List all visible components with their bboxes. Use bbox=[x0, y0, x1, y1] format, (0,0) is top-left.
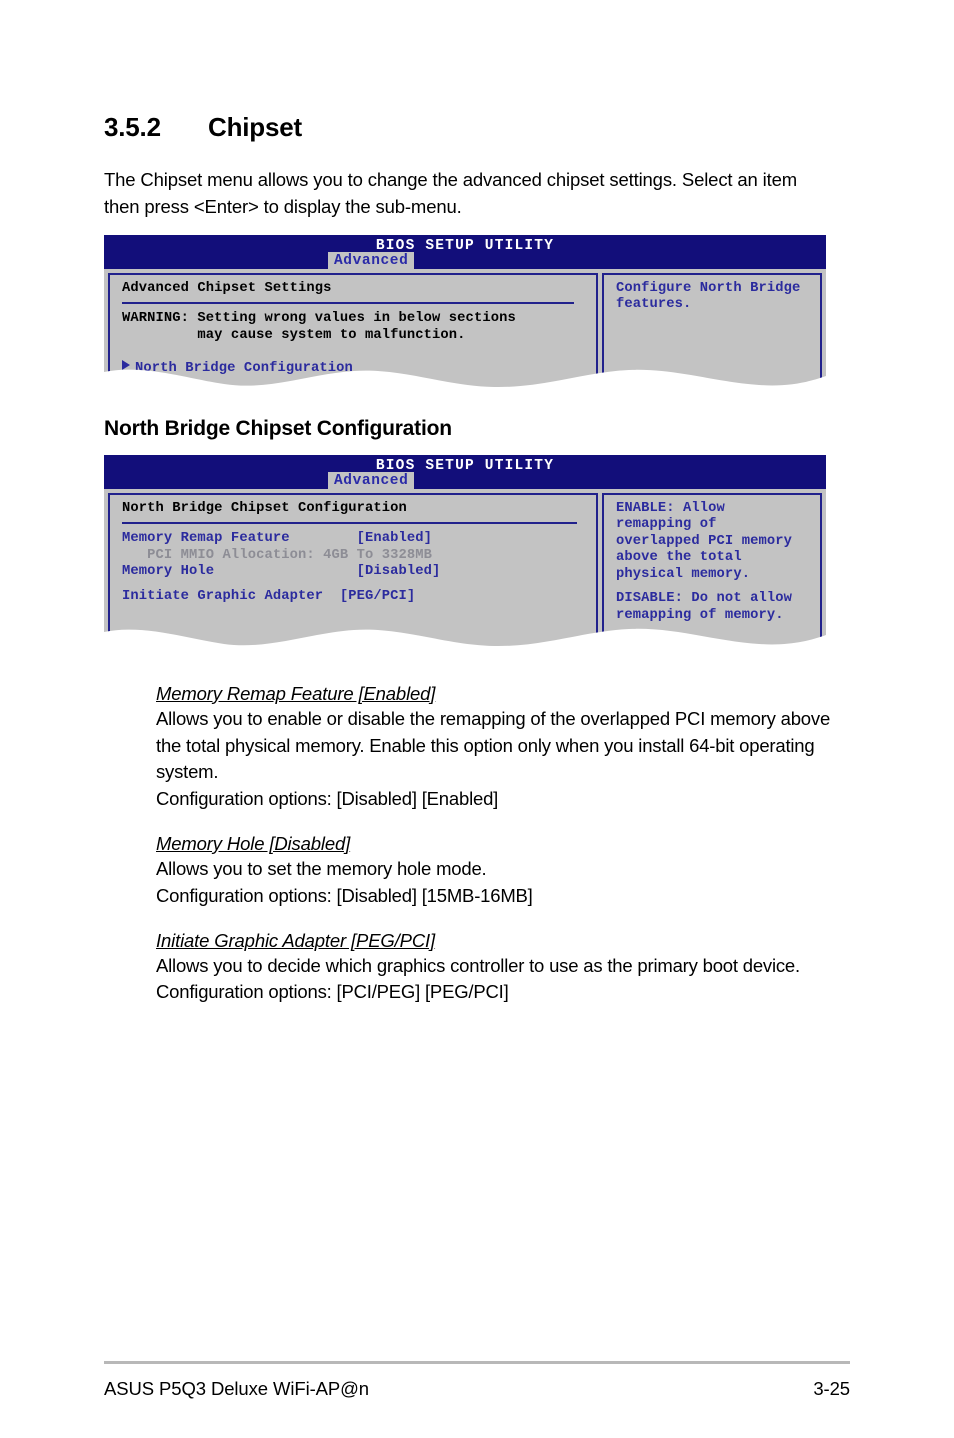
bios-row-initiate-graphic-adapter[interactable]: Initiate Graphic Adapter [PEG/PCI] bbox=[122, 589, 586, 606]
option-config-options: Configuration options: [Disabled] [15MB-… bbox=[156, 884, 533, 906]
bios-heading-rule bbox=[122, 522, 577, 525]
bios-settings-pane: North Bridge Chipset Configuration Memor… bbox=[108, 492, 598, 649]
bios-titlebar: BIOS SETUP UTILITY Advanced bbox=[104, 454, 826, 491]
bios-help-enable-line-3: overlapped PCI memory bbox=[616, 533, 792, 549]
bios-row-memory-remap-feature[interactable]: Memory Remap Feature [Enabled] bbox=[122, 531, 586, 548]
bios-settings-pane: Advanced Chipset Settings WARNING: Setti… bbox=[108, 272, 598, 391]
bios-body: North Bridge Chipset Configuration Memor… bbox=[104, 488, 826, 650]
section-title: Chipset bbox=[208, 112, 302, 142]
option-body: Allows you to set the memory hole mode. bbox=[156, 858, 487, 879]
bios-help-enable-line-2: remapping of bbox=[616, 517, 717, 533]
footer-page-number: 3-25 bbox=[813, 1378, 850, 1399]
submenu-arrow-icon bbox=[122, 360, 130, 371]
bios-heading-rule bbox=[122, 302, 574, 305]
bios-body: Advanced Chipset Settings WARNING: Setti… bbox=[104, 268, 826, 392]
subsection-heading: North Bridge Chipset Configuration bbox=[104, 416, 452, 440]
bios-help-disable-line-1: DISABLE: Do not allow bbox=[616, 591, 792, 607]
bios-row-pci-mmio-allocation: PCI MMIO Allocation: 4GB To 3328MB bbox=[122, 547, 433, 563]
bios-help-enable-line-4: above the total bbox=[616, 550, 742, 566]
option-config-options: Configuration options: [Disabled] [Enabl… bbox=[156, 788, 499, 810]
option-description-initiate-graphic-adapter: Initiate Graphic Adapter [PEG/PCI] Allow… bbox=[156, 910, 850, 1007]
bios-help-pane: ENABLE: Allow remapping of overlapped PC… bbox=[602, 492, 822, 649]
option-config-options: Configuration options: [PCI/PEG] [PEG/PC… bbox=[156, 981, 509, 1003]
bios-screenshot-advanced-chipset: BIOS SETUP UTILITY Advanced Advanced Chi… bbox=[104, 234, 826, 392]
bios-row-label: Memory Hole bbox=[122, 564, 215, 580]
section-number: 3.5.2 bbox=[104, 112, 161, 142]
option-description-memory-hole: Memory Hole [Disabled] Allows you to set… bbox=[156, 813, 850, 910]
bios-help-disable-line-2: remapping of memory. bbox=[616, 607, 784, 623]
bios-row-label: Memory Remap Feature bbox=[122, 531, 290, 547]
page-title: 3.5.2 Chipset bbox=[104, 0, 850, 143]
bios-titlebar: BIOS SETUP UTILITY Advanced bbox=[104, 234, 826, 271]
bios-help-line-2: features. bbox=[616, 297, 692, 313]
footer-divider bbox=[104, 1361, 850, 1364]
bios-help-enable-line-1: ENABLE: Allow bbox=[616, 500, 725, 516]
page-footer: ASUS P5Q3 Deluxe WiFi-AP@n 3-25 bbox=[104, 1361, 850, 1400]
option-description-memory-remap-feature: Memory Remap Feature [Enabled] Allows yo… bbox=[156, 649, 850, 813]
bios-submenu-label: North Bridge Configuration bbox=[135, 361, 353, 377]
bios-warning-line-2: may cause system to malfunction. bbox=[122, 327, 466, 343]
footer-row: ASUS P5Q3 Deluxe WiFi-AP@n 3-25 bbox=[104, 1378, 850, 1400]
bios-pane-heading: North Bridge Chipset Configuration bbox=[122, 500, 407, 516]
bios-spacer bbox=[122, 344, 586, 358]
section-intro-paragraph: The Chipset menu allows you to change th… bbox=[104, 169, 798, 218]
option-title: Memory Remap Feature [Enabled] bbox=[156, 682, 436, 704]
bios-row-memory-hole[interactable]: Memory Hole [Disabled] bbox=[122, 564, 586, 581]
bios-row-value: [Enabled] bbox=[356, 531, 433, 547]
bios-help-pane: Configure North Bridge features. bbox=[602, 272, 822, 391]
bios-help-enable-line-5: physical memory. bbox=[616, 566, 751, 582]
bios-submenu-north-bridge[interactable]: North Bridge Configuration bbox=[122, 358, 586, 378]
bios-utility-title: BIOS SETUP UTILITY bbox=[375, 457, 555, 474]
bios-screenshot-north-bridge: BIOS SETUP UTILITY Advanced North Bridge… bbox=[104, 454, 826, 650]
bios-row-value: [Disabled] bbox=[356, 564, 441, 580]
bios-row-spacer bbox=[214, 564, 356, 579]
document-page: 3.5.2 Chipset The Chipset menu allows yo… bbox=[0, 0, 954, 1438]
option-body: Allows you to decide which graphics cont… bbox=[156, 954, 800, 976]
bios-spacer bbox=[122, 581, 586, 589]
bios-utility-title: BIOS SETUP UTILITY bbox=[375, 237, 555, 254]
bios-help-line-1: Configure North Bridge bbox=[616, 280, 801, 296]
bios-row-spacer bbox=[290, 531, 357, 546]
option-body: Allows you to enable or disable the rema… bbox=[156, 707, 831, 783]
bios-pane-heading: Advanced Chipset Settings bbox=[122, 280, 332, 296]
footer-product-name: ASUS P5Q3 Deluxe WiFi-AP@n bbox=[104, 1378, 369, 1399]
option-title: Memory Hole [Disabled] bbox=[156, 833, 351, 854]
bios-warning-line-1: WARNING: Setting wrong values in below s… bbox=[122, 311, 516, 327]
option-title: Initiate Graphic Adapter [PEG/PCI] bbox=[156, 929, 436, 951]
